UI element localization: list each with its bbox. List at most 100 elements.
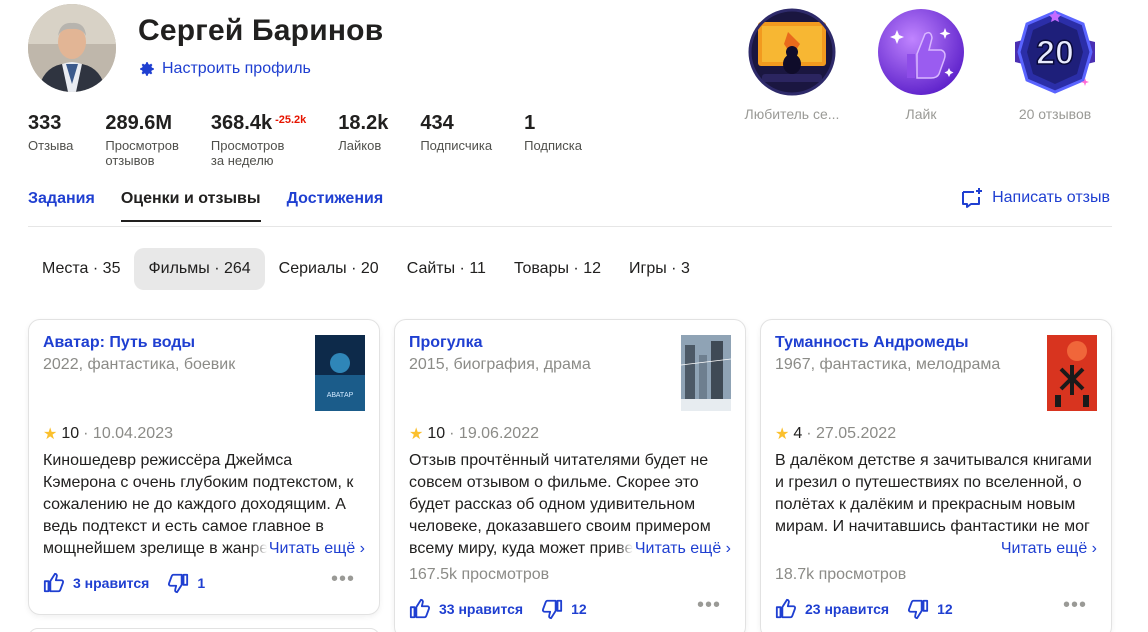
thumbs-up-icon	[775, 598, 797, 619]
stat-label: Подписчика	[420, 138, 493, 153]
movie-poster[interactable]: АВАТАР	[315, 335, 365, 411]
stat-value: 434	[420, 112, 454, 134]
divider	[28, 226, 1112, 227]
configure-profile-link[interactable]: Настроить профиль	[138, 60, 311, 78]
review-card-next	[28, 628, 380, 632]
gear-icon	[140, 62, 154, 76]
dislikes-count: 12	[571, 601, 587, 617]
read-more-link[interactable]: Читать ещё ›	[616, 538, 731, 560]
dislike-button[interactable]: 1	[167, 572, 205, 594]
like-button[interactable]: 33 нравится	[409, 598, 523, 620]
filter-series[interactable]: Сериалы · 20	[265, 248, 393, 290]
thumbs-up-icon	[409, 598, 431, 619]
write-review-icon	[962, 188, 983, 208]
review-actions: 23 нравится 12	[775, 598, 963, 620]
more-options-icon[interactable]: •••	[1063, 594, 1087, 617]
review-rating: ★ 4 · 27.05.2022	[775, 424, 896, 444]
review-date: · 27.05.2022	[806, 425, 897, 442]
movie-poster[interactable]	[680, 335, 732, 411]
movie-lover-badge-icon	[748, 8, 836, 96]
review-date: · 10.04.2023	[83, 425, 173, 442]
stat-review-views: 289.6M Просмотров отзывов	[105, 112, 179, 168]
like-badge-icon	[877, 8, 965, 96]
profile-stats: 333 Отзыва 289.6M Просмотров отзывов 368.…	[28, 112, 614, 168]
dislikes-count: 12	[937, 601, 953, 617]
write-review-label: Написать отзыв	[992, 189, 1110, 206]
dislike-button[interactable]: 12	[907, 598, 953, 620]
stat-reviews: 333 Отзыва	[28, 112, 73, 168]
stat-value: 368.4k	[210, 112, 273, 134]
tab-ratings-reviews[interactable]: Оценки и отзывы	[120, 190, 261, 222]
filter-movies[interactable]: Фильмы · 264	[134, 248, 265, 290]
stat-label: Отзыва	[28, 138, 74, 153]
svg-text:АВАТАР: АВАТАР	[327, 392, 354, 399]
dislikes-count: 1	[197, 575, 206, 591]
review-date: · 19.06.2022	[449, 425, 539, 442]
likes-count: 33 нравится	[439, 601, 524, 617]
stat-value: 289.6M	[105, 112, 173, 134]
stat-subscriptions[interactable]: 1 Подписка	[524, 112, 582, 168]
more-options-icon[interactable]: •••	[697, 594, 721, 617]
stat-label: Просмотров за неделю	[210, 138, 285, 168]
rating-value: 10	[427, 425, 446, 442]
star-icon: ★	[43, 426, 58, 443]
filter-sites[interactable]: Сайты · 11	[393, 248, 500, 290]
stat-value: 333	[28, 112, 62, 134]
movie-title-link[interactable]: Прогулка	[409, 334, 669, 352]
review-card: Аватар: Путь воды 2022, фантастика, боев…	[28, 319, 380, 615]
profile-name: Сергей Баринов	[138, 14, 384, 47]
svg-text:20: 20	[1036, 34, 1074, 72]
tab-tasks[interactable]: Задания	[28, 190, 95, 222]
review-card: Туманность Андромеды 1967, фантастика, м…	[760, 319, 1112, 632]
thumbs-down-icon	[542, 599, 563, 620]
views-count: 18.7k просмотров	[775, 566, 907, 583]
filter-places[interactable]: Места · 35	[28, 248, 134, 290]
views-count: 167.5k просмотров	[409, 566, 550, 583]
more-options-icon[interactable]: •••	[331, 568, 355, 591]
write-review-button[interactable]: Написать отзыв	[960, 186, 1110, 210]
like-button[interactable]: 23 нравится	[775, 598, 889, 620]
read-more-link[interactable]: Читать ещё ›	[250, 538, 365, 560]
badge-caption: Лайк	[905, 106, 937, 122]
review-rating: ★ 10 · 19.06.2022	[409, 424, 539, 444]
tab-achievements[interactable]: Достижения	[287, 190, 384, 222]
rating-value: 4	[793, 425, 803, 442]
filter-games[interactable]: Игры · 3	[615, 248, 704, 290]
avatar	[28, 4, 116, 92]
stat-label: Просмотров отзывов	[105, 138, 179, 168]
stat-label: Лайков	[338, 138, 382, 153]
reviews-20-badge-icon: 20	[1011, 8, 1099, 96]
badge-movie-lover[interactable]: Любитель се...	[737, 8, 847, 122]
review-actions: 3 нравится 1	[43, 572, 215, 594]
review-rating: ★ 10 · 10.04.2023	[43, 424, 173, 444]
movie-poster[interactable]	[1047, 335, 1097, 411]
configure-profile-label: Настроить профиль	[162, 60, 311, 77]
stat-subscribers[interactable]: 434 Подписчика	[420, 112, 492, 168]
movie-title-link[interactable]: Туманность Андромеды	[775, 334, 1035, 352]
thumbs-up-icon	[43, 572, 65, 593]
stat-value: 18.2k	[338, 112, 389, 134]
dislike-button[interactable]: 12	[541, 598, 587, 620]
star-icon: ★	[775, 426, 790, 443]
filter-goods[interactable]: Товары · 12	[500, 248, 615, 290]
thumbs-down-icon	[908, 599, 929, 620]
likes-count: 23 нравится	[805, 601, 890, 617]
badge-20-reviews[interactable]: 20 20 отзывов	[1000, 8, 1110, 122]
badge-like[interactable]: Лайк	[866, 8, 976, 122]
stat-likes: 18.2k Лайков	[338, 112, 388, 168]
profile-tabs: Задания Оценки и отзывы Достижения	[28, 190, 383, 222]
movie-title-link[interactable]: Аватар: Путь воды	[43, 334, 303, 352]
badge-caption: 20 отзывов	[1018, 106, 1092, 122]
review-actions: 33 нравится 12	[409, 598, 597, 620]
likes-count: 3 нравится	[73, 575, 150, 591]
stat-value: 1	[524, 112, 536, 134]
stat-label: Подписка	[524, 138, 582, 153]
like-button[interactable]: 3 нравится	[43, 572, 149, 594]
thumbs-down-icon	[168, 573, 189, 594]
stat-weekly-views: 368.4k -25.2k Просмотров за неделю	[211, 112, 306, 168]
badge-caption: Любитель се...	[744, 106, 840, 122]
review-card: Прогулка 2015, биография, драма ★ 10 · 1…	[394, 319, 746, 632]
read-more-link[interactable]: Читать ещё ›	[982, 538, 1097, 560]
rating-value: 10	[61, 425, 80, 442]
star-icon: ★	[409, 426, 424, 443]
